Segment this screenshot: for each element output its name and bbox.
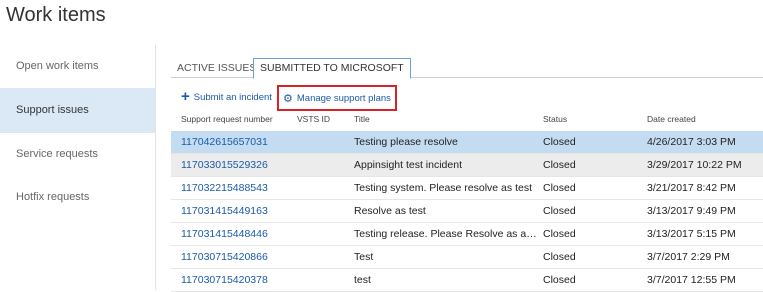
table-row[interactable]: 117031415449163 Resolve as test Closed 3…	[171, 200, 763, 223]
table-body: 117042615657031 Testing please resolve C…	[171, 131, 763, 292]
request-date: 4/26/2017 3:03 PM	[647, 136, 736, 148]
request-date: 3/21/2017 8:42 PM	[647, 182, 736, 194]
sidebar-item-open-work-items[interactable]: Open work items	[0, 45, 155, 88]
request-number-link[interactable]: 117030715420866	[181, 251, 268, 263]
request-date: 3/7/2017 2:29 PM	[647, 251, 730, 263]
toolbar: + Submit an incident ⚙ Manage support pl…	[171, 84, 763, 111]
request-date: 3/29/2017 10:22 PM	[647, 159, 742, 171]
main-panel: ACTIVE ISSUES SUBMITTED TO MICROSOFT + S…	[171, 0, 763, 292]
table-row[interactable]: 117030715420378 test Closed 3/7/2017 12:…	[171, 269, 763, 292]
request-number-link[interactable]: 117042615657031	[181, 136, 268, 148]
table-row[interactable]: 117042615657031 Testing please resolve C…	[171, 131, 763, 154]
request-title: Testing please resolve	[354, 136, 458, 148]
page-title: Work items	[6, 4, 106, 26]
request-number-link[interactable]: 117030715420378	[181, 274, 268, 286]
request-title: test	[354, 274, 371, 286]
submit-incident-button[interactable]: + Submit an incident	[181, 88, 272, 106]
request-number-link[interactable]: 117031415448446	[181, 228, 268, 240]
sidebar-item-support-issues[interactable]: Support issues	[0, 88, 155, 133]
gear-icon: ⚙	[283, 92, 293, 105]
column-header-title[interactable]: Title	[354, 114, 370, 124]
table-row[interactable]: 117031415448446 Testing release. Please …	[171, 223, 763, 246]
manage-support-plans-button[interactable]: ⚙ Manage support plans	[277, 85, 397, 111]
request-title: Testing release. Please Resolve as a te.…	[354, 228, 537, 240]
sidebar-item-service-requests[interactable]: Service requests	[0, 133, 155, 176]
table-row[interactable]: 117033015529326 Appinsight test incident…	[171, 154, 763, 177]
request-status: Closed	[543, 136, 576, 148]
request-title: Testing system. Please resolve as test	[354, 182, 532, 194]
tab-active-issues[interactable]: ACTIVE ISSUES	[171, 58, 262, 78]
request-title: Resolve as test	[354, 205, 426, 217]
request-status: Closed	[543, 205, 576, 217]
request-title: Test	[354, 251, 374, 263]
request-status: Closed	[543, 251, 576, 263]
submit-incident-label: Submit an incident	[193, 91, 272, 103]
column-header-number[interactable]: Support request number	[181, 114, 273, 124]
request-status: Closed	[543, 274, 576, 286]
request-date: 3/13/2017 9:49 PM	[647, 205, 736, 217]
sidebar: Open work items Support issues Service r…	[0, 45, 156, 290]
request-date: 3/7/2017 12:55 PM	[647, 274, 736, 286]
request-status: Closed	[543, 159, 576, 171]
request-title: Appinsight test incident	[354, 159, 462, 171]
column-header-vsts-id[interactable]: VSTS ID	[297, 114, 330, 124]
table-row[interactable]: 117030715420866 Test Closed 3/7/2017 2:2…	[171, 246, 763, 269]
plus-icon: +	[181, 88, 190, 105]
table-row[interactable]: 117032215488543 Testing system. Please r…	[171, 177, 763, 200]
column-header-date-created[interactable]: Date created	[647, 114, 696, 124]
request-status: Closed	[543, 228, 576, 240]
manage-support-plans-label: Manage support plans	[296, 92, 391, 104]
request-status: Closed	[543, 182, 576, 194]
sidebar-item-hotfix-requests[interactable]: Hotfix requests	[0, 176, 155, 219]
request-number-link[interactable]: 117032215488543	[181, 182, 268, 194]
request-number-link[interactable]: 117033015529326	[181, 159, 268, 171]
tab-submitted-to-microsoft[interactable]: SUBMITTED TO MICROSOFT	[253, 58, 411, 79]
request-date: 3/13/2017 5:15 PM	[647, 228, 736, 240]
table-header: Support request number VSTS ID Title Sta…	[171, 112, 763, 128]
column-header-status[interactable]: Status	[543, 114, 567, 124]
tab-bar: ACTIVE ISSUES SUBMITTED TO MICROSOFT	[171, 58, 763, 79]
request-number-link[interactable]: 117031415449163	[181, 205, 268, 217]
